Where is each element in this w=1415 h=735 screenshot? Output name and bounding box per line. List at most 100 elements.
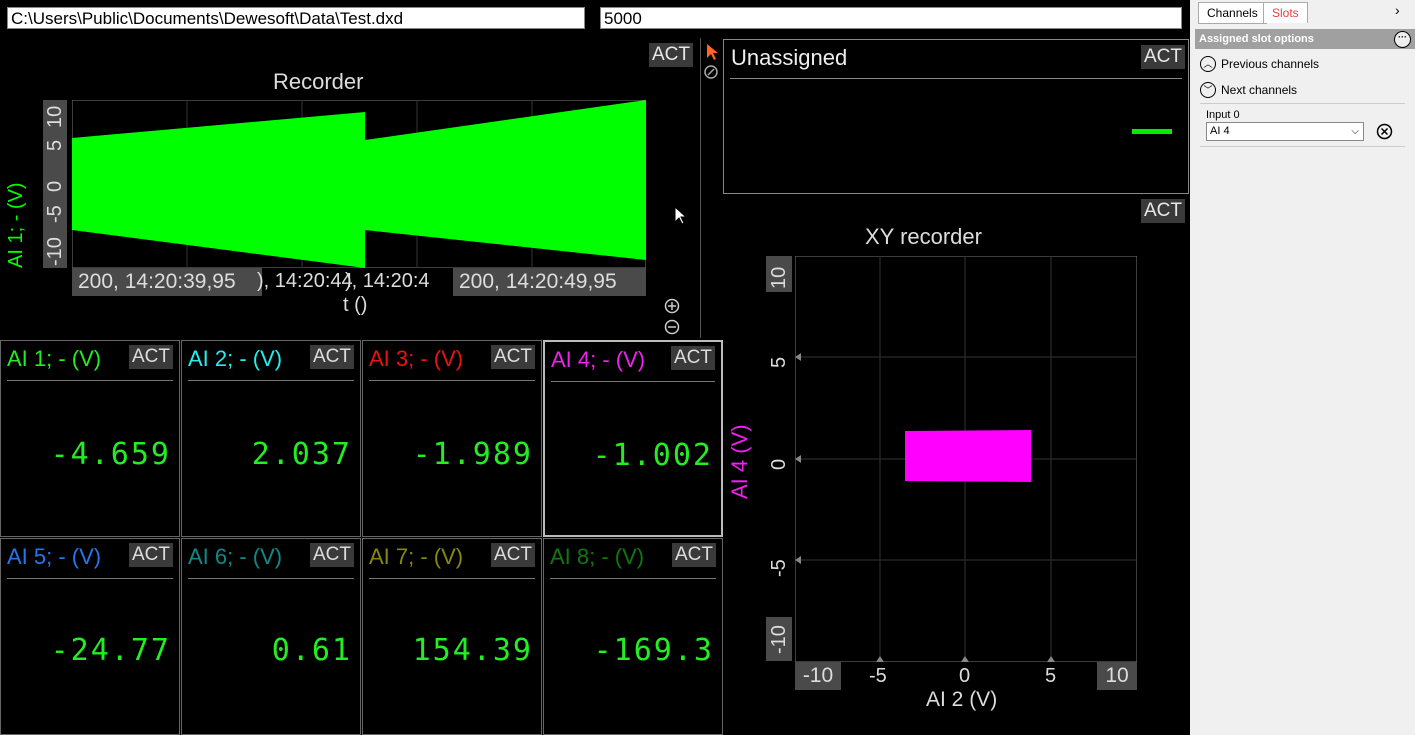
xy-ytick: 10 <box>768 266 790 289</box>
divider <box>369 578 535 579</box>
meter-act-button[interactable]: ACT <box>672 543 716 567</box>
xy-act-button[interactable]: ACT <box>1141 199 1185 223</box>
digital-meter-cell[interactable]: AI 6; - (V) ACT 0.61 <box>181 538 361 735</box>
meter-act-button[interactable]: ACT <box>129 543 173 567</box>
digital-meter-cell[interactable]: AI 5; - (V) ACT -24.77 <box>0 538 180 735</box>
recorder-xtick: ), 14:20:4 <box>345 270 430 292</box>
digital-meter-cell[interactable]: AI 1; - (V) ACT -4.659 <box>0 340 180 537</box>
input-0-label: Input 0 <box>1206 109 1240 121</box>
compass-icon[interactable] <box>703 64 719 85</box>
digital-meter-cell[interactable]: AI 4; - (V) ACT -1.002 <box>543 340 723 537</box>
next-channels-button[interactable]: ﹀ Next channels <box>1200 82 1297 98</box>
divider <box>550 578 716 579</box>
unassigned-panel: Unassigned ACT <box>723 39 1189 194</box>
meter-channel-label: AI 1; - (V) <box>7 346 102 371</box>
xy-xlabel: AI 2 (V) <box>926 688 998 711</box>
recorder-xtick: 200, 14:20:39,95 <box>72 268 262 296</box>
mouse-pointer-icon <box>674 206 688 225</box>
xy-ylabel: AI 4 (V) <box>727 424 752 499</box>
meter-value: -169.3 <box>593 633 714 668</box>
input-0-select[interactable]: AI 4 ⌵ <box>1206 122 1364 141</box>
divider <box>188 578 354 579</box>
xy-title: XY recorder <box>865 224 982 249</box>
digital-meter-cell[interactable]: AI 7; - (V) ACT 154.39 <box>362 538 542 735</box>
meter-value: 0.61 <box>271 633 352 668</box>
xy-xtick: 0 <box>959 665 971 687</box>
unassigned-title: Unassigned <box>731 45 848 70</box>
xy-trace <box>905 430 1031 482</box>
divider <box>730 78 1182 79</box>
xy-ytick: 0 <box>768 458 790 470</box>
previous-channels-label: Previous channels <box>1221 57 1320 71</box>
divider <box>1200 146 1405 147</box>
divider <box>188 380 354 381</box>
assigned-slot-options-header: Assigned slot options ··· <box>1195 29 1415 49</box>
sample-count-field[interactable]: 5000 <box>600 7 1182 29</box>
recorder-plot[interactable] <box>72 100 646 268</box>
meter-value: -4.659 <box>50 437 171 472</box>
xy-ytick: -5 <box>768 559 790 577</box>
divider <box>7 578 173 579</box>
divider <box>1200 103 1405 104</box>
meter-value: 154.39 <box>412 633 533 668</box>
previous-channels-button[interactable]: ︿ Previous channels <box>1200 56 1319 72</box>
meter-channel-label: AI 5; - (V) <box>7 544 102 569</box>
meter-channel-label: AI 7; - (V) <box>369 544 464 569</box>
recorder-panel: ACT Recorder AI 1; - (V) 10 5 0 -5 -10 2… <box>0 38 722 338</box>
meter-value: -1.989 <box>412 437 533 472</box>
xy-xtick: -5 <box>869 665 887 687</box>
digital-meter-cell[interactable]: AI 2; - (V) ACT 2.037 <box>181 340 361 537</box>
xy-plot[interactable] <box>795 256 1137 662</box>
meter-act-button[interactable]: ACT <box>129 345 173 369</box>
meter-channel-label: AI 3; - (V) <box>369 346 464 371</box>
meter-value: -1.002 <box>592 438 713 473</box>
meter-value: -24.77 <box>50 633 171 668</box>
more-options-icon[interactable]: ··· <box>1394 31 1411 48</box>
recorder-ylabel: AI 1; - (V) <box>5 182 27 268</box>
xy-recorder-panel: ACT XY recorder AI 4 (V) 10 5 0 -5 -10 -… <box>723 196 1189 735</box>
tab-channels[interactable]: Channels <box>1198 2 1267 24</box>
divider <box>551 381 715 382</box>
input-0-value: AI 4 <box>1210 125 1230 137</box>
dropdown-arrow-icon: ⌵ <box>1351 126 1359 137</box>
divider <box>369 380 535 381</box>
clear-input-icon[interactable] <box>1376 123 1393 145</box>
meter-value: 2.037 <box>251 437 352 472</box>
zoom-out-icon[interactable] <box>664 319 680 340</box>
unassigned-indicator <box>1132 129 1172 134</box>
digital-meter-cell[interactable]: AI 8; - (V) ACT -169.3 <box>543 538 723 735</box>
xy-xtick: 5 <box>1045 665 1057 687</box>
meter-act-button[interactable]: ACT <box>310 345 354 369</box>
meter-act-button[interactable]: ACT <box>491 345 535 369</box>
xy-xtick: -10 <box>795 662 841 690</box>
side-panel: Channels Slots › Assigned slot options ·… <box>1190 0 1415 735</box>
zoom-in-icon[interactable] <box>664 298 680 319</box>
meter-act-button[interactable]: ACT <box>491 543 535 567</box>
meter-channel-label: AI 6; - (V) <box>188 544 283 569</box>
unassigned-act-button[interactable]: ACT <box>1141 45 1185 69</box>
section-title: Assigned slot options <box>1199 33 1314 45</box>
digital-meter-cell[interactable]: AI 3; - (V) ACT -1.989 <box>362 340 542 537</box>
recorder-title: Recorder <box>273 69 364 94</box>
divider <box>7 380 173 381</box>
next-channels-label: Next channels <box>1221 83 1298 97</box>
file-path-field[interactable]: C:\Users\Public\Documents\Dewesoft\Data\… <box>7 7 585 29</box>
xy-xtick: 10 <box>1097 662 1137 690</box>
meter-channel-label: AI 8; - (V) <box>550 544 645 569</box>
recorder-ytick: 10 <box>44 105 66 128</box>
recorder-ytick: 5 <box>44 139 66 151</box>
meter-act-button[interactable]: ACT <box>671 346 715 370</box>
recorder-xtick: ), 14:20:44 <box>257 270 353 292</box>
meter-channel-label: AI 4; - (V) <box>551 347 646 372</box>
meter-act-button[interactable]: ACT <box>310 543 354 567</box>
recorder-ytick: -5 <box>44 205 66 223</box>
chevron-up-icon: ︿ <box>1200 56 1216 72</box>
recorder-xtick: 200, 14:20:49,95 <box>453 268 646 296</box>
recorder-ytick: -10 <box>44 237 66 266</box>
chevron-right-icon[interactable]: › <box>1395 2 1400 18</box>
tab-slots[interactable]: Slots <box>1263 2 1308 23</box>
xy-ytick: -10 <box>768 625 790 654</box>
recorder-act-button[interactable]: ACT <box>649 43 693 67</box>
chevron-down-icon: ﹀ <box>1200 82 1216 98</box>
meter-channel-label: AI 2; - (V) <box>188 346 283 371</box>
